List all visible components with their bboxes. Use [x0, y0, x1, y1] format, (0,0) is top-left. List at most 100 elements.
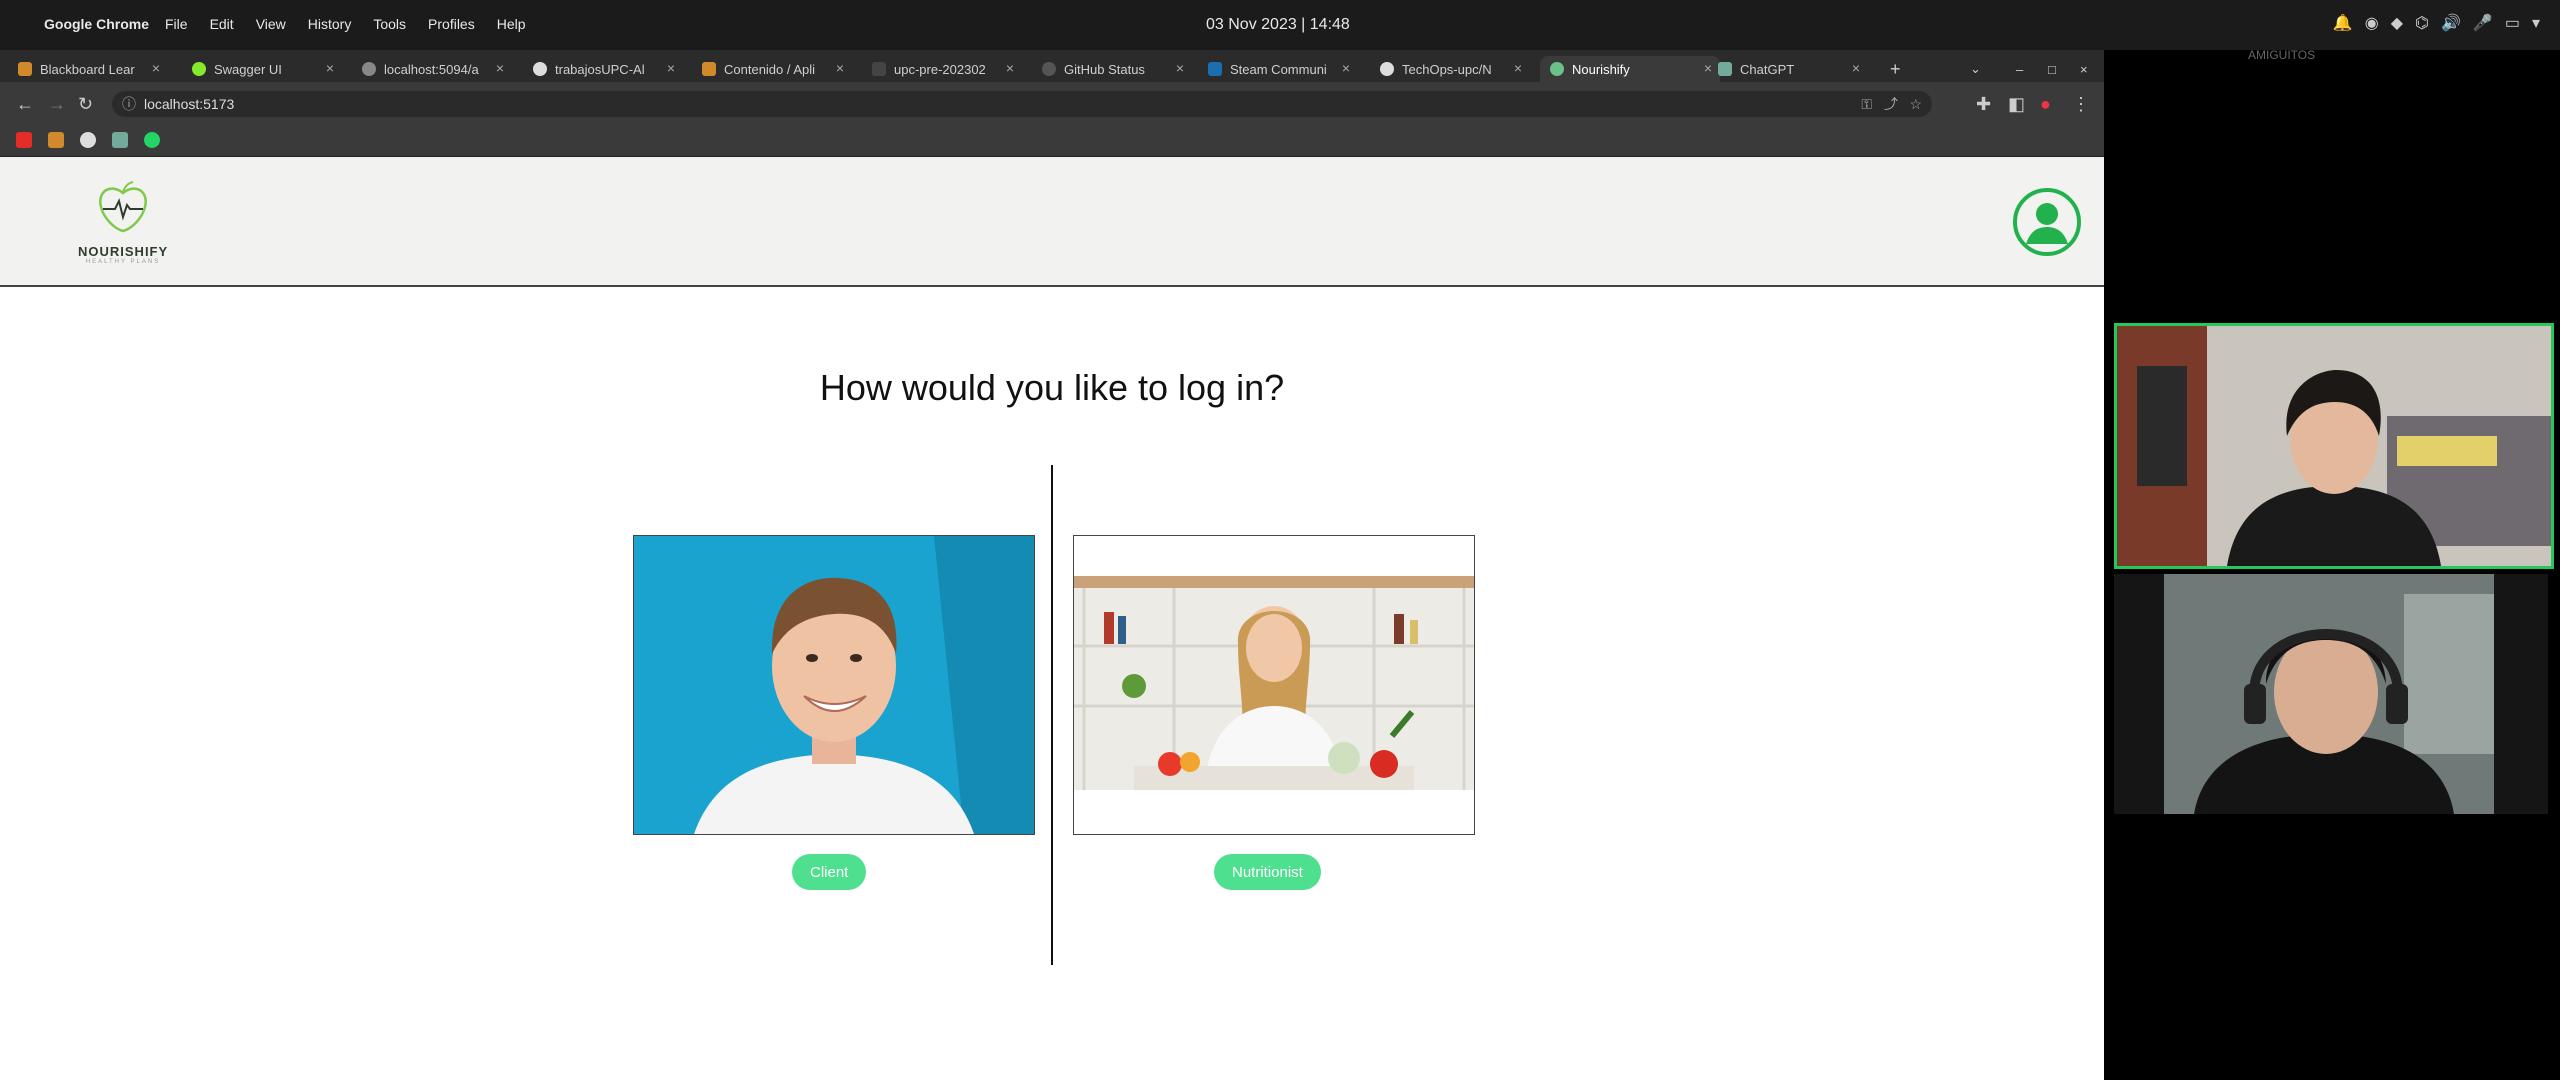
address-bar[interactable]: ⓘ localhost:5173 ⚿ ⤴ ☆	[112, 91, 1932, 117]
nutritionist-photo[interactable]	[1073, 535, 1475, 835]
menu-tools[interactable]: Tools	[373, 16, 406, 32]
tab-github-status[interactable]: GitHub Status ×	[1042, 56, 1192, 82]
login-question-heading: How would you like to log in?	[819, 367, 1285, 408]
system-tray: 🔔 ◉ ◆ ⌬ 🔊 🎤 ▭ ▾	[2333, 13, 2540, 33]
blackboard-icon	[702, 62, 716, 76]
share-icon[interactable]: ⤴	[1884, 91, 1898, 117]
maximize-icon[interactable]: □	[2048, 56, 2056, 82]
close-icon[interactable]: ×	[496, 60, 504, 76]
client-photo[interactable]	[633, 535, 1035, 835]
chevron-down-icon[interactable]: ▾	[2532, 13, 2540, 33]
site-info-icon[interactable]: ⓘ	[122, 91, 136, 117]
menu-view[interactable]: View	[256, 16, 286, 32]
tab-localhost-5094[interactable]: localhost:5094/a ×	[362, 56, 512, 82]
close-icon[interactable]: ×	[1006, 60, 1014, 76]
tab-chatgpt[interactable]: ChatGPT ×	[1718, 56, 1868, 82]
participant-1-video-image	[2117, 326, 2551, 566]
participant-video-tile-1[interactable]	[2114, 323, 2554, 569]
forward-icon[interactable]: →	[48, 94, 66, 115]
tab-label: TechOps-upc/N	[1402, 61, 1492, 77]
menu-history[interactable]: History	[308, 16, 352, 32]
tab-contenido[interactable]: Contenido / Apli ×	[702, 56, 852, 82]
menu-help[interactable]: Help	[497, 16, 526, 32]
close-icon[interactable]: ×	[326, 60, 334, 76]
call-room-label: AMIGUITOS	[2248, 48, 2316, 62]
bookmarks-bar	[0, 126, 2104, 157]
star-icon[interactable]: ☆	[1909, 91, 1922, 117]
brand-tagline: HEALTHY PLANS	[85, 259, 161, 265]
tab-swagger[interactable]: Swagger UI ×	[192, 56, 342, 82]
tab-trabajos-upc[interactable]: trabajosUPC-Al ×	[533, 56, 683, 82]
key-icon[interactable]: ⚿	[1861, 91, 1872, 117]
github-icon[interactable]	[80, 132, 96, 148]
steam-icon	[1208, 62, 1222, 76]
client-button[interactable]: Client	[792, 854, 867, 890]
github-icon	[1380, 62, 1394, 76]
nutritionist-with-vegetables-image	[1074, 536, 1474, 834]
side-panel-icon[interactable]: ◧	[2008, 94, 2025, 115]
blackboard-icon[interactable]	[48, 132, 64, 148]
menu-profiles[interactable]: Profiles	[428, 16, 475, 32]
role-divider	[1051, 465, 1053, 965]
github-icon	[533, 62, 547, 76]
tab-label: ChatGPT	[1740, 61, 1795, 77]
window-close-icon[interactable]: ×	[2080, 56, 2088, 82]
close-icon[interactable]: ×	[152, 60, 160, 76]
participant-2-video-image	[2114, 574, 2548, 814]
smiling-young-man-image	[634, 536, 1034, 834]
tab-nourishify[interactable]: Nourishify ×	[1540, 56, 1720, 82]
nourishify-icon	[1550, 62, 1564, 76]
participant-video-tile-2[interactable]	[2114, 574, 2548, 814]
menu-file[interactable]: File	[165, 16, 188, 32]
tab-label: Contenido / Apli	[724, 61, 816, 77]
menu-edit[interactable]: Edit	[210, 16, 234, 32]
page-header: NOURISHIFY HEALTHY PLANS	[0, 157, 2104, 287]
reload-icon[interactable]: ↻	[78, 94, 93, 115]
discord-icon[interactable]: ◉	[2365, 13, 2379, 33]
tab-label: GitHub Status	[1064, 61, 1145, 77]
youtube-icon[interactable]	[16, 132, 32, 148]
close-icon[interactable]: ×	[1852, 60, 1860, 76]
close-icon[interactable]: ×	[667, 60, 675, 76]
chatgpt-icon[interactable]	[112, 132, 128, 148]
close-icon[interactable]: ×	[1176, 60, 1184, 76]
page-content: NOURISHIFY HEALTHY PLANS How would you l…	[0, 157, 2104, 1080]
tab-techops[interactable]: TechOps-upc/N ×	[1380, 56, 1530, 82]
close-icon[interactable]: ×	[1704, 60, 1712, 76]
back-icon[interactable]: ←	[16, 94, 34, 115]
user-avatar-icon[interactable]	[2012, 187, 2082, 257]
tab-label: localhost:5094/a	[384, 61, 479, 77]
nutritionist-button[interactable]: Nutritionist	[1214, 854, 1321, 890]
brand-logo[interactable]: NOURISHIFY HEALTHY PLANS	[78, 179, 168, 265]
volume-icon[interactable]: 🔊	[2441, 13, 2461, 33]
tab-blackboard[interactable]: Blackboard Lear ×	[18, 56, 168, 82]
more-menu-icon[interactable]: ⋮	[2072, 94, 2090, 115]
system-top-bar: Google Chrome File Edit View History Too…	[0, 0, 2560, 50]
extensions-icon[interactable]: ✚	[1976, 94, 1991, 115]
close-icon[interactable]: ×	[1342, 60, 1350, 76]
close-icon[interactable]: ×	[1514, 60, 1522, 76]
tab-search-chevron-icon[interactable]: ⌄	[1970, 56, 1981, 82]
tab-label: Swagger UI	[214, 61, 282, 77]
new-tab-icon[interactable]: +	[1890, 56, 1901, 82]
globe-icon	[362, 62, 376, 76]
swagger-icon	[192, 62, 206, 76]
bell-icon[interactable]: 🔔	[2333, 13, 2353, 33]
whatsapp-icon[interactable]	[144, 132, 160, 148]
tab-label: Nourishify	[1572, 61, 1630, 77]
github-status-icon	[1042, 62, 1056, 76]
mic-icon[interactable]: 🎤	[2473, 13, 2493, 33]
close-icon[interactable]: ×	[836, 60, 844, 76]
brand-name: NOURISHIFY	[78, 244, 169, 259]
tab-upc-pre[interactable]: upc-pre-202302 ×	[872, 56, 1022, 82]
browser-toolbar: ← → ↻ ⓘ localhost:5173 ⚿ ⤴ ☆ ✚ ◧ ● ⋮	[0, 82, 2104, 126]
tab-steam[interactable]: Steam Communi ×	[1208, 56, 1358, 82]
profile-icon[interactable]: ●	[2040, 94, 2051, 115]
app-menu: File Edit View History Tools Profiles He…	[165, 16, 526, 32]
minimize-icon[interactable]: –	[2016, 56, 2023, 82]
system-clock[interactable]: 03 Nov 2023 | 14:48	[1206, 16, 1350, 34]
display-icon[interactable]: ▭	[2505, 13, 2520, 33]
tab-strip: Blackboard Lear × Swagger UI × localhost…	[0, 50, 2104, 82]
app-icon[interactable]: ◆	[2391, 13, 2403, 33]
network-icon[interactable]: ⌬	[2415, 13, 2429, 33]
